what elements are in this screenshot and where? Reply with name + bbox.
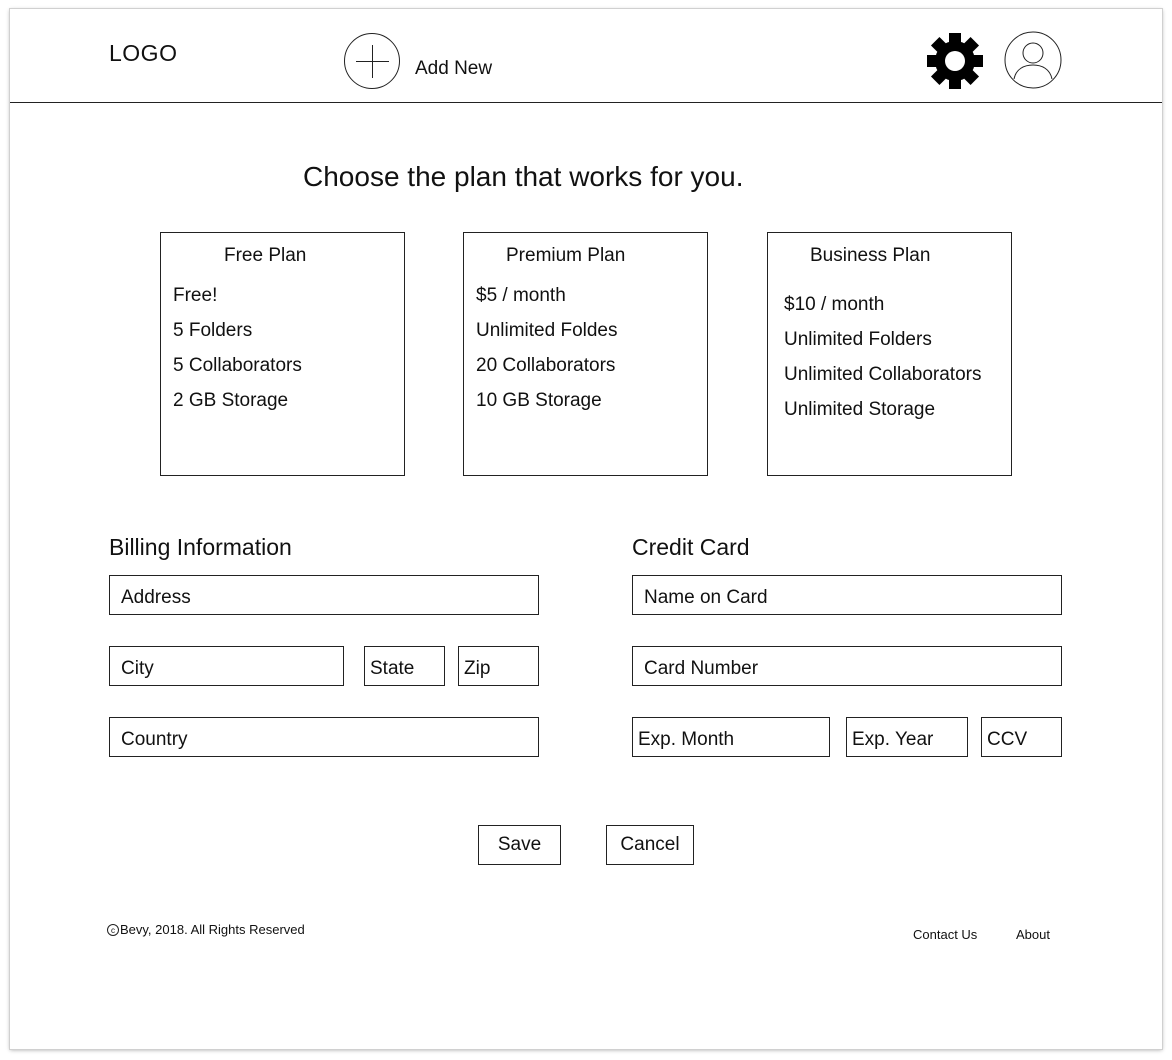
- wireframe-page: LOGO Add New Choose the plan that works …: [10, 9, 1162, 1049]
- gear-icon[interactable]: [926, 32, 984, 90]
- plan-title: Business Plan: [810, 245, 931, 266]
- plan-price: $5 / month: [476, 285, 566, 306]
- logo[interactable]: LOGO: [109, 40, 177, 67]
- plan-card-premium[interactable]: Premium Plan $5 / month Unlimited Foldes…: [463, 232, 708, 476]
- ccv-field[interactable]: [981, 717, 1062, 757]
- address-field[interactable]: [109, 575, 539, 615]
- plan-feature: Unlimited Storage: [784, 399, 936, 420]
- plan-feature: 20 Collaborators: [476, 355, 616, 376]
- plan-feature: 10 GB Storage: [476, 390, 602, 411]
- plan-feature: 2 GB Storage: [173, 390, 289, 411]
- plan-title: Premium Plan: [506, 245, 626, 266]
- city-field[interactable]: [109, 646, 344, 686]
- copyright-text: Bevy, 2018. All Rights Reserved: [120, 922, 305, 937]
- plan-feature: 5 Collaborators: [173, 355, 302, 376]
- header-divider: [10, 102, 1162, 103]
- plan-feature: 5 Folders: [173, 320, 253, 341]
- cancel-button[interactable]: Cancel: [606, 825, 694, 865]
- page-title: Choose the plan that works for you.: [303, 161, 744, 192]
- billing-section-title: Billing Information: [109, 534, 292, 560]
- plan-feature: Free!: [173, 285, 218, 306]
- plus-circle-icon[interactable]: [344, 33, 400, 89]
- plan-feature: Unlimited Folders: [784, 329, 932, 350]
- exp-year-field[interactable]: [846, 717, 968, 757]
- plan-card-business[interactable]: Business Plan $10 / month Unlimited Fold…: [767, 232, 1012, 476]
- name-on-card-field[interactable]: [632, 575, 1062, 615]
- plan-price: $10 / month: [784, 294, 885, 315]
- add-new-link[interactable]: Add New: [415, 58, 492, 80]
- exp-month-field[interactable]: [632, 717, 830, 757]
- about-link[interactable]: About: [1016, 927, 1050, 942]
- card-number-field[interactable]: [632, 646, 1062, 686]
- copyright-icon: c: [107, 924, 119, 936]
- plan-title: Free Plan: [224, 245, 307, 266]
- country-field[interactable]: [109, 717, 539, 757]
- save-button[interactable]: Save: [478, 825, 561, 865]
- copyright-notice: c Bevy, 2018. All Rights Reserved: [107, 922, 305, 937]
- user-avatar-icon[interactable]: [1004, 31, 1062, 89]
- plan-feature: Unlimited Foldes: [476, 320, 618, 341]
- zip-field[interactable]: [458, 646, 539, 686]
- credit-card-section-title: Credit Card: [632, 534, 750, 560]
- state-field[interactable]: [364, 646, 445, 686]
- plan-feature: Unlimited Collaborators: [784, 364, 982, 385]
- plan-card-free[interactable]: Free Plan Free! 5 Folders 5 Collaborator…: [160, 232, 405, 476]
- contact-us-link[interactable]: Contact Us: [913, 927, 977, 942]
